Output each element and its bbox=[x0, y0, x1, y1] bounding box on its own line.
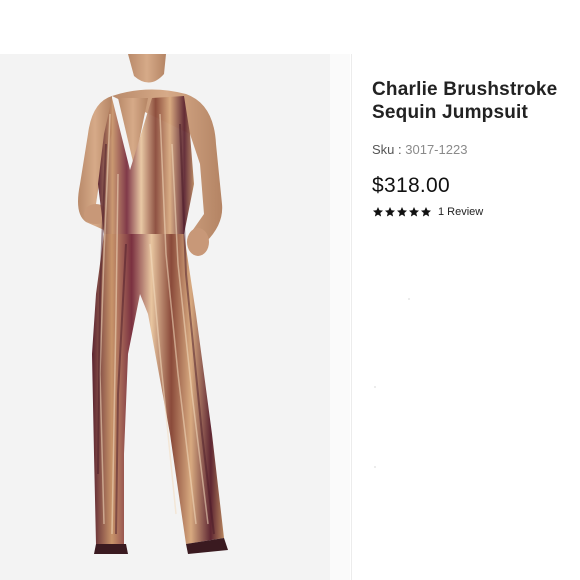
gallery-gutter bbox=[330, 54, 350, 580]
sku-label: Sku : bbox=[372, 142, 402, 157]
star-icon bbox=[409, 207, 419, 217]
product-price: $318.00 bbox=[372, 174, 451, 197]
sku-value: 3017-1223 bbox=[405, 142, 468, 157]
star-icon bbox=[385, 207, 395, 217]
rating-row[interactable]: 1 Review bbox=[372, 206, 483, 218]
product-photo[interactable] bbox=[0, 54, 330, 580]
divider-speck bbox=[408, 298, 410, 300]
divider-speck bbox=[374, 386, 376, 388]
product-details-panel: Charlie Brushstroke Sequin Jumpsuit Sku … bbox=[351, 54, 580, 580]
review-count-link[interactable]: 1 Review bbox=[438, 206, 483, 218]
model-illustration bbox=[78, 54, 228, 554]
sku-row: Sku : 3017-1223 bbox=[372, 142, 467, 157]
star-rating[interactable] bbox=[372, 206, 432, 218]
star-icon bbox=[373, 207, 383, 217]
divider-speck bbox=[374, 466, 376, 468]
product-title: Charlie Brushstroke Sequin Jumpsuit bbox=[372, 79, 558, 123]
star-icon bbox=[421, 207, 431, 217]
star-icon bbox=[397, 207, 407, 217]
